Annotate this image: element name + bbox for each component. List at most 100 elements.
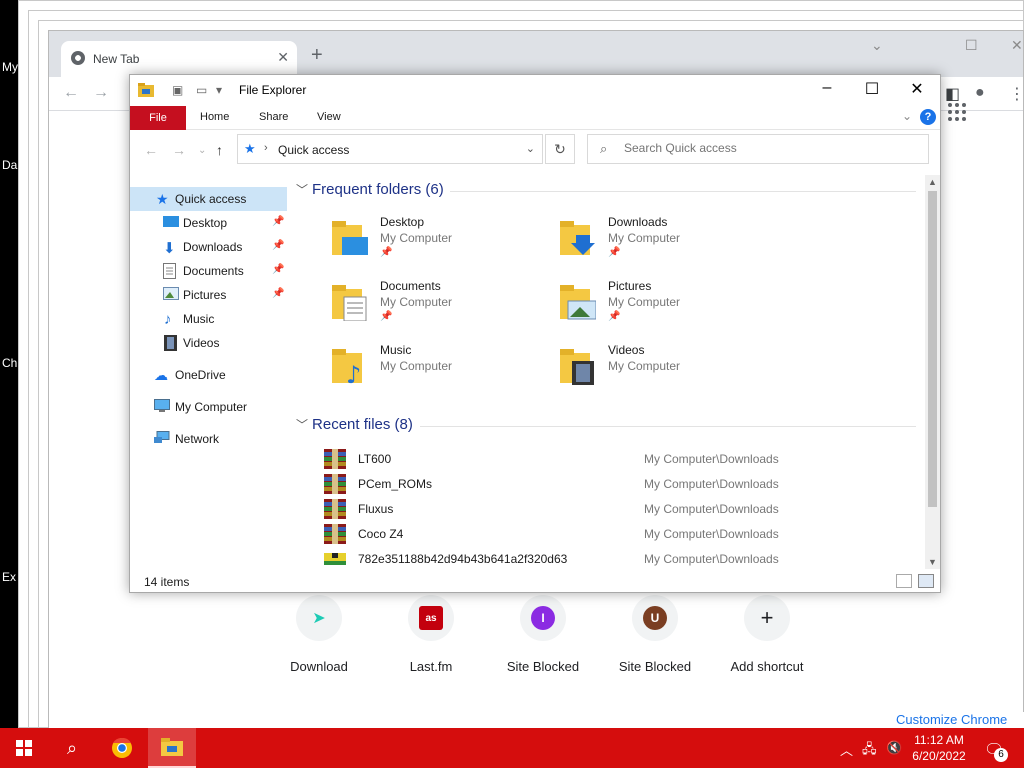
recent-files-header[interactable]: ﹀ Recent files (8) (296, 416, 413, 433)
forward-icon[interactable]: → (93, 84, 109, 102)
large-icons-view-icon[interactable] (918, 574, 934, 588)
desktop-icon-label[interactable]: Da (2, 158, 17, 172)
recent-file-row[interactable]: Fluxus My Computer\Downloads (324, 497, 914, 522)
frequent-folders-header[interactable]: ﹀ Frequent folders (6) (296, 181, 444, 198)
tab-share[interactable]: Share (259, 111, 288, 123)
clock-date: 6/20/2022 (912, 749, 966, 763)
search-box[interactable]: ⌕ (587, 134, 929, 164)
chrome-taskbar-button[interactable] (98, 728, 146, 768)
address-location: Quick access (278, 143, 350, 157)
chevron-down-icon: ﹀ (296, 418, 309, 432)
tab-close-icon[interactable]: ✕ (277, 49, 289, 66)
shortcut-download[interactable]: ➤ Download (269, 595, 369, 674)
sidebar-item-desktop[interactable]: Desktop 📌 (130, 211, 287, 235)
sidebar-item-my-computer[interactable]: My Computer (130, 395, 287, 419)
new-tab-button[interactable]: + (311, 44, 323, 67)
download-arrow-icon: ⬇ (163, 240, 176, 257)
sidebar-item-videos[interactable]: Videos (130, 331, 287, 355)
recent-file-row[interactable]: Coco Z4 My Computer\Downloads (324, 522, 914, 547)
divider (420, 426, 916, 427)
music-note-icon: ♪ (164, 311, 172, 328)
forward-icon[interactable]: → (172, 142, 186, 158)
recent-file-row[interactable]: 782e351188b42d94b43b641a2f320d63 My Comp… (324, 547, 914, 567)
pin-icon[interactable]: 📌 (272, 288, 284, 299)
file-name: LT600 (358, 452, 392, 466)
chrome-tab-new-tab[interactable]: New Tab ✕ (61, 41, 297, 77)
chevron-down-icon[interactable]: ⌄ (871, 37, 883, 54)
refresh-button[interactable]: ↻ (545, 134, 575, 164)
restore-icon[interactable]: ☐ (965, 37, 978, 54)
start-button[interactable] (0, 728, 48, 768)
add-shortcut-button[interactable]: + Add shortcut (717, 595, 817, 674)
desktop-folder-icon (332, 221, 368, 257)
tab-view[interactable]: View (317, 111, 341, 123)
back-icon[interactable]: ← (144, 142, 158, 158)
scroll-up-icon[interactable]: ▲ (928, 177, 937, 187)
volume-muted-icon[interactable]: 🔇 (886, 740, 902, 756)
sidebar-icon[interactable]: ◧ (945, 84, 960, 104)
search-input[interactable] (624, 141, 904, 155)
show-hidden-icons-icon[interactable]: ︿ (840, 740, 853, 759)
desktop-icon-label[interactable]: Ch (2, 356, 17, 370)
file-name: PCem_ROMs (358, 477, 433, 491)
shortcut-site-blocked-u[interactable]: U Site Blocked (605, 595, 705, 674)
system-clock[interactable]: 11:12 AM 6/20/2022 (904, 732, 974, 764)
up-icon[interactable]: ↑ (216, 142, 223, 158)
new-folder-icon[interactable]: ▭ (196, 83, 207, 97)
search-button[interactable]: ⌕ (48, 728, 96, 768)
tab-file[interactable]: File (130, 106, 186, 130)
folder-tile-downloads[interactable]: Downloads My Computer 📌 (560, 215, 780, 271)
recent-file-row[interactable]: PCem_ROMs My Computer\Downloads (324, 472, 914, 497)
shortcut-label: Add shortcut (730, 659, 804, 674)
minimize-icon[interactable]: – (812, 79, 842, 97)
maximize-icon[interactable]: ☐ (857, 79, 887, 99)
scrollbar-thumb[interactable] (928, 191, 937, 507)
customize-qat-icon[interactable]: ▾ (216, 83, 222, 97)
pin-icon: 📌 (380, 311, 393, 322)
tab-home[interactable]: Home (200, 111, 229, 123)
close-icon[interactable]: ✕ (1011, 37, 1023, 54)
notification-badge: 6 (994, 748, 1008, 762)
address-bar[interactable]: ★ › Quick access ⌄ (237, 134, 543, 164)
sidebar-item-network[interactable]: Network (130, 427, 287, 451)
shortcut-site-blocked-i[interactable]: I Site Blocked (493, 595, 593, 674)
pin-icon[interactable]: 📌 (272, 216, 284, 227)
sidebar-item-music[interactable]: ♪ Music (130, 307, 287, 331)
details-view-icon[interactable] (896, 574, 912, 588)
apps-grid-icon[interactable] (948, 103, 966, 121)
properties-icon[interactable]: ▣ (172, 83, 183, 97)
sidebar-item-downloads[interactable]: ⬇ Downloads 📌 (130, 235, 287, 259)
chevron-right-icon[interactable]: › (264, 142, 268, 154)
taskbar: ⌕ ︿ 🖧 🔇 11:12 AM 6/20/2022 🗨 6 (0, 728, 1024, 768)
sidebar-item-onedrive[interactable]: ☁ OneDrive (130, 363, 287, 387)
sidebar-item-pictures[interactable]: Pictures 📌 (130, 283, 287, 307)
desktop-icon-label[interactable]: Ex (2, 570, 16, 584)
expand-ribbon-icon[interactable]: ⌄ (902, 109, 912, 123)
scroll-down-icon[interactable]: ▼ (928, 557, 937, 567)
shortcut-lastfm[interactable]: as Last.fm (381, 595, 481, 674)
help-icon[interactable]: ? (920, 109, 936, 125)
pin-icon[interactable]: 📌 (272, 264, 284, 275)
pin-icon[interactable]: 📌 (272, 240, 284, 251)
profile-avatar[interactable]: ● (975, 84, 985, 102)
close-icon[interactable]: ✕ (902, 79, 932, 99)
folder-tile-pictures[interactable]: Pictures My Computer 📌 (560, 279, 780, 335)
sidebar-item-quick-access[interactable]: ★ Quick access (130, 187, 287, 211)
folder-tile-desktop[interactable]: Desktop My Computer 📌 (332, 215, 552, 271)
folder-tile-documents[interactable]: Documents My Computer 📌 (332, 279, 552, 335)
folder-tile-videos[interactable]: Videos My Computer (560, 343, 780, 399)
folder-tile-music[interactable]: ♪ Music My Computer (332, 343, 552, 399)
recent-file-row[interactable]: LT600 My Computer\Downloads (324, 447, 914, 472)
menu-kebab-icon[interactable]: ⋮ (1009, 84, 1023, 104)
file-explorer-taskbar-button[interactable] (148, 728, 196, 768)
sidebar-item-documents[interactable]: Documents 📌 (130, 259, 287, 283)
network-icon[interactable]: 🖧 (862, 740, 877, 762)
chevron-down-icon[interactable]: ⌄ (526, 142, 535, 155)
letter-i-avatar: I (531, 606, 555, 630)
desktop-icon-label[interactable]: My (2, 60, 18, 74)
recent-locations-icon[interactable]: ⌄ (198, 145, 206, 156)
back-icon[interactable]: ← (63, 84, 79, 102)
content-pane: ﹀ Frequent folders (6) Desktop My Compute… (290, 175, 930, 567)
vertical-scrollbar[interactable]: ▲ ▼ (925, 175, 940, 569)
windows-logo-icon (16, 740, 32, 756)
